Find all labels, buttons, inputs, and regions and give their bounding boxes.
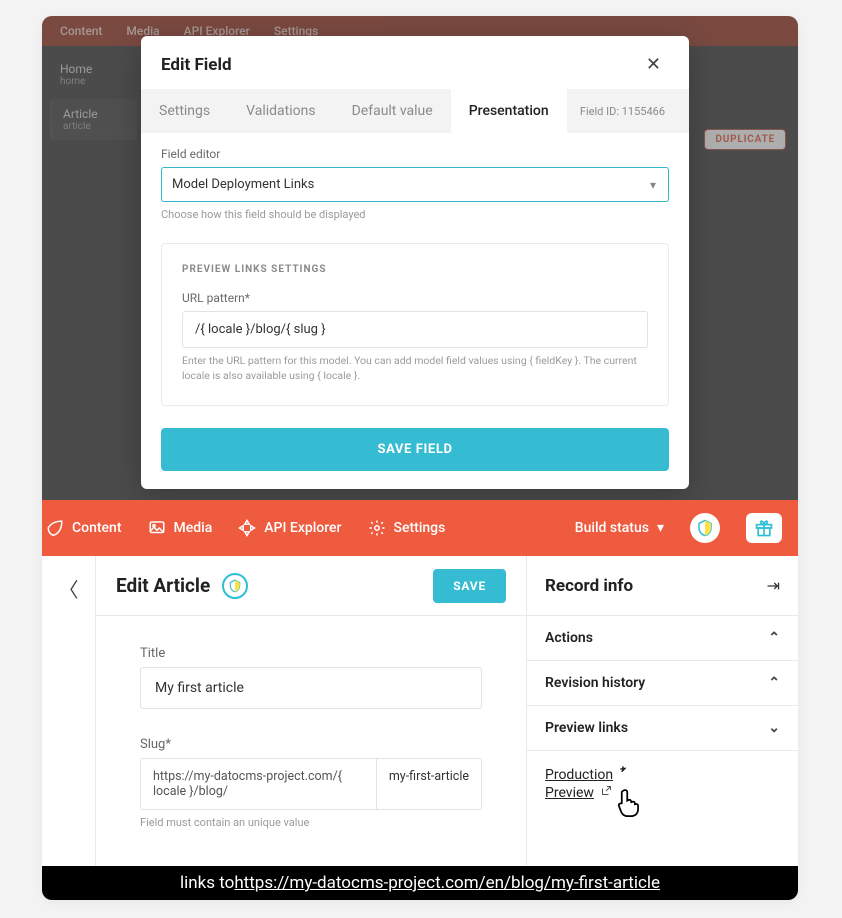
nav-label: API Explorer (264, 520, 341, 536)
chevron-down-icon: ▾ (657, 520, 664, 536)
field-editor-help: Choose how this field should be displaye… (161, 208, 669, 221)
save-field-button[interactable]: SAVE FIELD (161, 428, 669, 471)
slug-input[interactable]: https://my-datocms-project.com/{ locale … (140, 758, 482, 810)
footer-url[interactable]: https://my-datocms-project.com/en/blog/m… (234, 873, 660, 893)
preview-link[interactable]: Preview (545, 785, 594, 801)
editor-view: Content Media API Explorer Settings (42, 500, 798, 900)
tab-presentation[interactable]: Presentation (451, 89, 567, 133)
nav-content[interactable]: Content (46, 519, 122, 537)
modal-title: Edit Field (161, 55, 232, 75)
slug-value[interactable]: my-first-article (377, 758, 482, 810)
bg-actions: DUPLICATE (704, 129, 786, 150)
save-label: SAVE (453, 579, 486, 593)
modal-tabs: Settings Validations Default value Prese… (141, 89, 689, 133)
accordion-preview-links[interactable]: Preview links ⌄ (527, 706, 798, 751)
gift-icon[interactable] (746, 513, 782, 543)
chevron-up-icon: ⌃ (768, 630, 780, 646)
nav-label: Media (174, 520, 213, 536)
build-status-label: Build status (575, 520, 649, 536)
nav-label: Settings (394, 520, 446, 536)
slug-label: Slug* (140, 737, 482, 752)
field-editor-select[interactable]: Model Deployment Links ▾ (161, 167, 669, 202)
tab-default-value[interactable]: Default value (334, 89, 451, 133)
url-pattern-help: Enter the URL pattern for this model. Yo… (182, 354, 648, 383)
chevron-down-icon: ⌄ (768, 720, 780, 736)
field-editor-value: Model Deployment Links (172, 177, 314, 192)
bg-sidebar-sub: home (60, 76, 127, 87)
logo-icon[interactable] (690, 513, 720, 543)
footer-url-bar: links to https://my-datocms-project.com/… (42, 866, 798, 900)
accordion-label: Preview links (545, 720, 628, 736)
close-icon[interactable]: ✕ (638, 50, 669, 79)
field-id-label: Field ID: 1155466 (580, 105, 681, 118)
bg-sidebar-item: Home home (50, 54, 137, 95)
chevron-down-icon: ▾ (650, 178, 656, 192)
image-icon (148, 519, 166, 537)
api-icon (238, 519, 256, 537)
slug-prefix: https://my-datocms-project.com/{ locale … (140, 758, 377, 810)
nav-api-explorer[interactable]: API Explorer (238, 519, 341, 537)
gear-icon (368, 519, 386, 537)
title-label: Title (140, 646, 482, 661)
external-link-icon (600, 785, 612, 801)
bg-sidebar-label: Article (63, 107, 98, 121)
slug-help: Field must contain an unique value (140, 816, 482, 829)
duplicate-button: DUPLICATE (704, 129, 786, 150)
cursor-pointer-icon (615, 786, 643, 824)
field-editor-label: Field editor (161, 147, 669, 161)
back-icon[interactable]: 〈 (59, 574, 79, 603)
accordion-label: Actions (545, 630, 593, 646)
nav-label: Content (72, 520, 122, 536)
url-pattern-input[interactable]: /{ locale }/blog/{ slug } (182, 311, 648, 348)
record-info-title: Record info (545, 576, 633, 596)
topbar: Content Media API Explorer Settings (42, 500, 798, 556)
bg-nav-item: Content (60, 24, 102, 38)
url-pattern-label: URL pattern* (182, 291, 648, 305)
accordion-actions[interactable]: Actions ⌃ (527, 616, 798, 661)
tab-settings[interactable]: Settings (141, 89, 228, 133)
preview-links-body: Production Preview (527, 751, 798, 815)
accordion-revision-history[interactable]: Revision history ⌃ (527, 661, 798, 706)
bg-sidebar-sub: article (63, 121, 127, 132)
url-pattern-value: /{ locale }/blog/{ slug } (195, 322, 326, 337)
page-title: Edit Article (116, 574, 210, 597)
bg-sidebar-item-active: Article article (50, 99, 137, 140)
save-field-label: SAVE FIELD (378, 442, 453, 457)
production-link[interactable]: Production (545, 767, 613, 783)
title-value: My first article (155, 680, 244, 696)
expand-icon[interactable]: ⇥ (767, 576, 780, 595)
bg-sidebar-label: Home (60, 62, 92, 76)
nav-settings[interactable]: Settings (368, 519, 446, 537)
chevron-up-icon: ⌃ (768, 675, 780, 691)
settings-title: PREVIEW LINKS SETTINGS (182, 264, 648, 275)
edit-field-modal: Edit Field ✕ Settings Validations Defaul… (141, 36, 689, 489)
preview-links-settings: PREVIEW LINKS SETTINGS URL pattern* /{ l… (161, 243, 669, 406)
tab-validations[interactable]: Validations (228, 89, 333, 133)
save-button[interactable]: SAVE (433, 569, 506, 603)
bg-sidebar: Home home Article article (42, 46, 145, 152)
title-input[interactable]: My first article (140, 667, 482, 709)
footer-prefix: links to (180, 873, 234, 893)
accordion-label: Revision history (545, 675, 645, 691)
nav-media[interactable]: Media (148, 519, 213, 537)
click-burst-icon (619, 765, 635, 785)
shield-icon (222, 573, 248, 599)
build-status[interactable]: Build status ▾ (575, 520, 664, 536)
leaf-icon (46, 519, 64, 537)
